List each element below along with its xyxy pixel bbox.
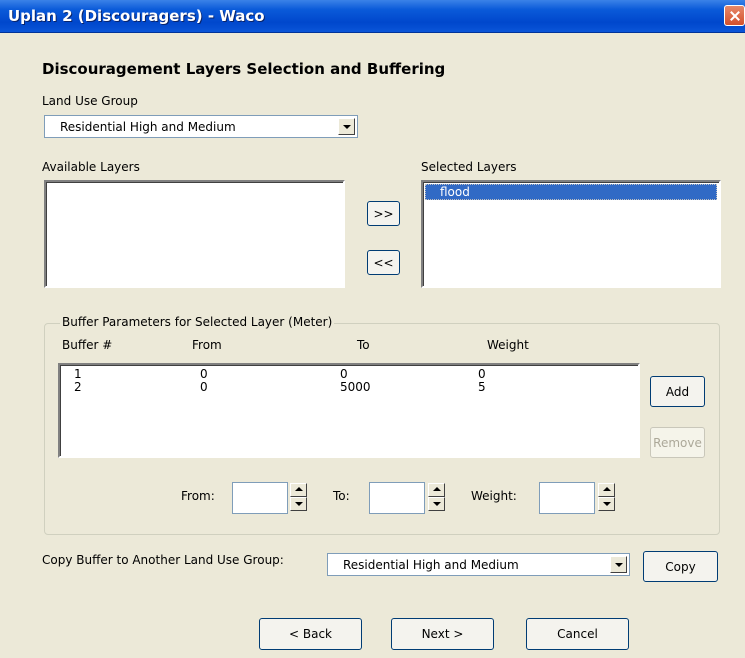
table-cell: 1 <box>74 367 82 381</box>
list-item-label: flood <box>440 185 470 199</box>
land-use-group-value: Residential High and Medium <box>60 120 236 134</box>
table-cell: 2 <box>74 380 82 394</box>
table-cell: 0 <box>200 380 208 394</box>
add-layer-button[interactable]: >> <box>367 201 400 226</box>
copy-button[interactable]: Copy <box>643 551 718 582</box>
copy-land-use-value: Residential High and Medium <box>343 558 519 572</box>
table-cell: 0 <box>340 367 348 381</box>
list-item[interactable]: flood <box>425 184 717 200</box>
from-label: From: <box>181 489 215 503</box>
available-layers-label: Available Layers <box>42 160 140 174</box>
spin-down-icon[interactable] <box>598 497 615 511</box>
spin-down-icon[interactable] <box>290 497 307 511</box>
land-use-group-select[interactable]: Residential High and Medium <box>44 115 358 138</box>
to-spinner[interactable] <box>428 483 445 511</box>
selected-layers-list[interactable]: flood <box>421 180 721 288</box>
remove-buffer-button[interactable]: Remove <box>650 427 705 458</box>
title-bar: Uplan 2 (Discouragers) - Waco <box>0 0 745 33</box>
buffer-table[interactable] <box>58 363 640 458</box>
dialog-heading: Discouragement Layers Selection and Buff… <box>42 60 446 78</box>
table-cell: 0 <box>478 367 486 381</box>
table-cell: 5 <box>478 380 486 394</box>
copy-buffer-label: Copy Buffer to Another Land Use Group: <box>42 553 284 567</box>
table-cell: 0 <box>200 367 208 381</box>
table-cell: 5000 <box>340 380 371 394</box>
land-use-group-label: Land Use Group <box>42 94 138 108</box>
cancel-button[interactable]: Cancel <box>526 618 629 650</box>
column-header-from: From <box>192 338 222 352</box>
window-title: Uplan 2 (Discouragers) - Waco <box>8 7 265 25</box>
next-button[interactable]: Next > <box>391 618 494 650</box>
back-button[interactable]: < Back <box>259 618 362 650</box>
column-header-weight: Weight <box>487 338 529 352</box>
available-layers-list[interactable] <box>44 180 345 288</box>
to-input[interactable] <box>369 482 425 514</box>
weight-spinner[interactable] <box>598 483 615 511</box>
copy-land-use-select[interactable]: Residential High and Medium <box>327 553 630 576</box>
column-header-to: To <box>357 338 370 352</box>
spin-down-icon[interactable] <box>428 497 445 511</box>
spin-up-icon[interactable] <box>598 483 615 497</box>
remove-layer-button[interactable]: << <box>367 250 400 275</box>
selected-layers-label: Selected Layers <box>421 160 517 174</box>
chevron-down-icon[interactable] <box>338 118 355 135</box>
add-buffer-button[interactable]: Add <box>650 376 705 407</box>
spin-up-icon[interactable] <box>290 483 307 497</box>
weight-input[interactable] <box>539 482 595 514</box>
buffer-parameters-label: Buffer Parameters for Selected Layer (Me… <box>60 315 335 329</box>
from-input[interactable] <box>232 482 288 514</box>
column-header-buffer: Buffer # <box>62 338 113 352</box>
to-label: To: <box>333 489 350 503</box>
weight-label: Weight: <box>471 489 517 503</box>
spin-up-icon[interactable] <box>428 483 445 497</box>
close-icon[interactable] <box>724 5 745 26</box>
chevron-down-icon[interactable] <box>610 556 627 573</box>
from-spinner[interactable] <box>290 483 307 511</box>
